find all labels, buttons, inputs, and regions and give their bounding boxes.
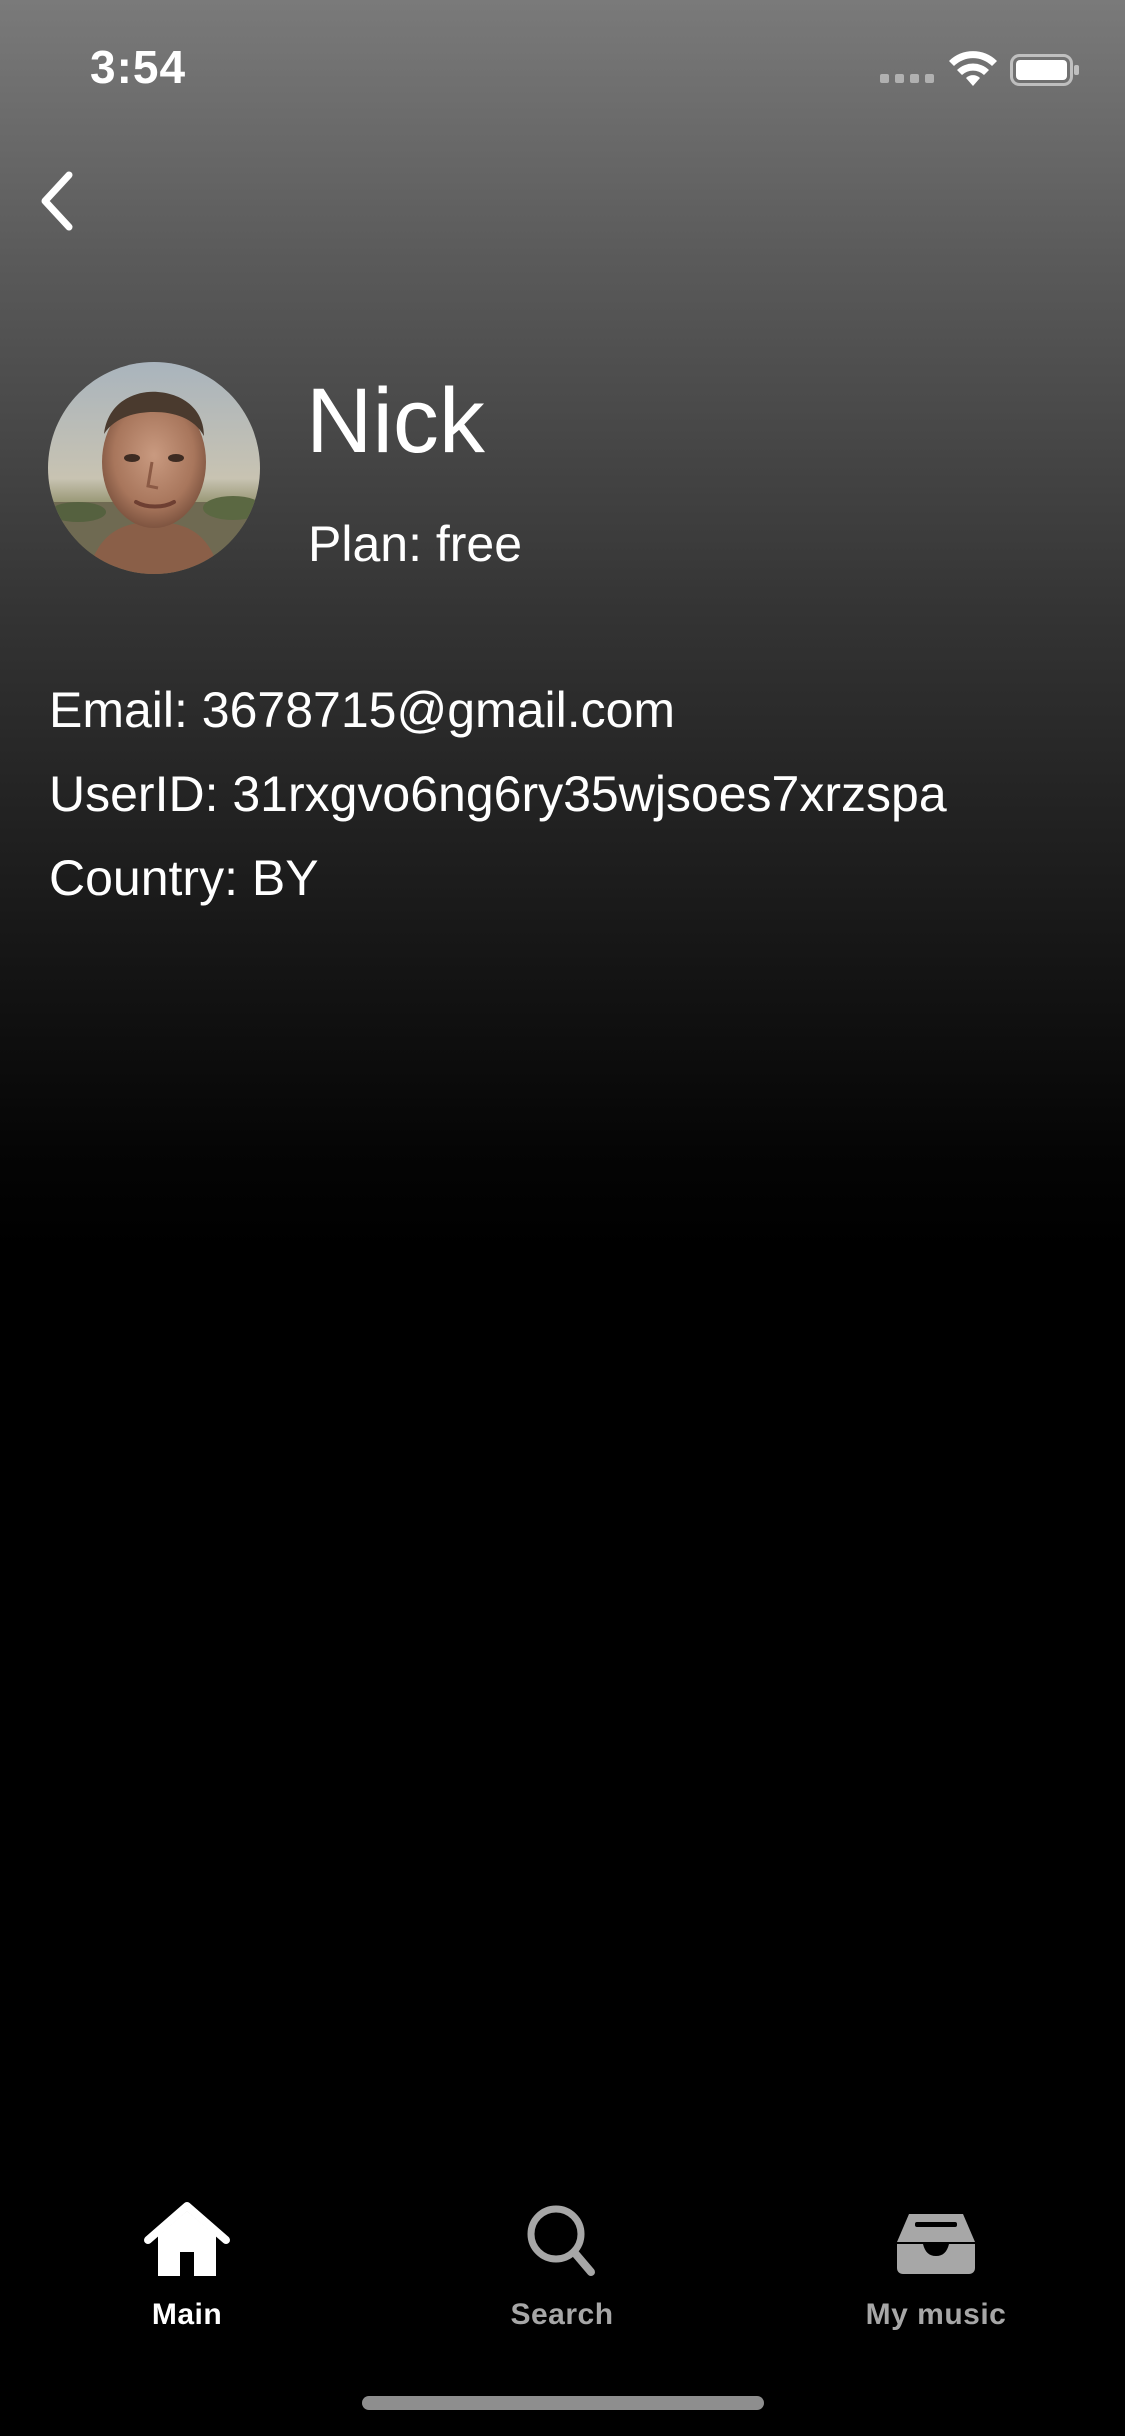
status-time: 3:54 [90,41,187,93]
tab-search-label: Search [510,2298,614,2331]
user-photo [48,362,260,574]
chevron-left-icon [41,171,73,231]
status-bar: 3:54 [0,0,1125,132]
battery-icon [1010,54,1079,86]
tab-my-music[interactable]: My music [806,2190,1066,2360]
tab-bar: Main Search My music [0,2190,1125,2370]
library-inbox-icon [897,2214,975,2274]
profile-name: Nick [306,370,485,472]
tab-search[interactable]: Search [432,2190,692,2360]
back-button[interactable] [22,166,92,236]
account-details: Email: 3678715@gmail.com UserID: 31rxgvo… [49,668,947,920]
user-id-text: UserID: 31rxgvo6ng6ry35wjsoes7xrzspa [49,766,947,822]
email-text: Email: 3678715@gmail.com [49,682,676,738]
tab-main-label: Main [151,2298,223,2331]
home-icon [144,2202,230,2276]
tab-main[interactable]: Main [57,2190,317,2360]
home-indicator [362,2396,764,2410]
profile-screen: 3:54 Nick Plan: free Email: 3678715@gmai… [0,0,1125,2436]
cellular-signal-icon [880,74,934,83]
wifi-icon [949,51,997,86]
profile-plan: Plan: free [308,516,523,572]
country-text: Country: BY [49,850,319,906]
tab-my-music-label: My music [865,2298,1007,2331]
search-icon [527,2205,595,2276]
avatar [48,362,260,574]
